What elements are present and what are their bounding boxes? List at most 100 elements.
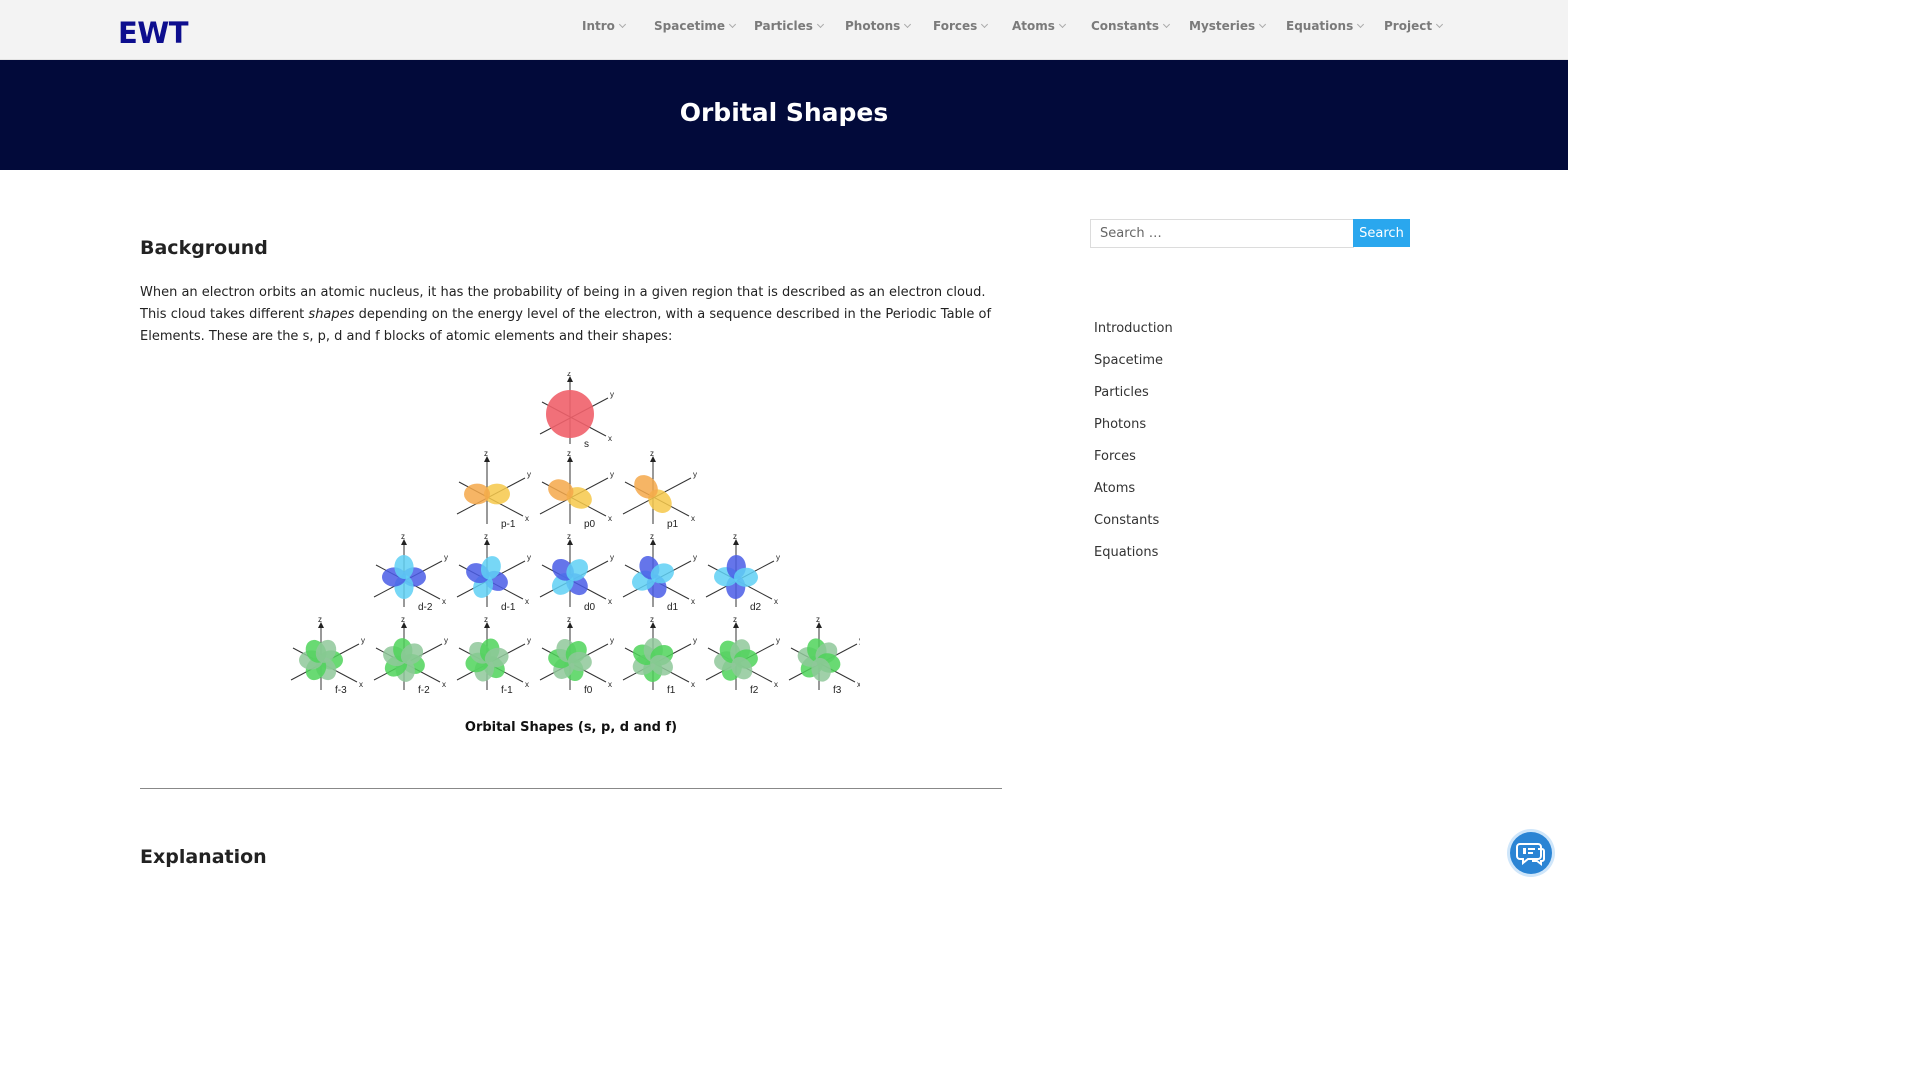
orbital-label: p-1 — [501, 519, 516, 530]
orbital-label: f0 — [584, 685, 593, 696]
orbital-label: d-1 — [501, 602, 516, 613]
orbital-f-1: z y x f-1 — [456, 615, 531, 696]
nav-label: Spacetime — [654, 19, 726, 33]
svg-text:z: z — [816, 615, 820, 624]
sidebar-item-introduction[interactable]: Introduction — [1094, 320, 1173, 352]
chevron-down-icon — [1259, 20, 1267, 29]
svg-text:x: x — [525, 597, 529, 606]
chevron-down-icon — [1357, 20, 1365, 29]
nav-item-forces[interactable]: Forces — [933, 19, 989, 33]
chat-ai-button[interactable] — [1510, 832, 1552, 874]
chevron-down-icon — [816, 20, 824, 29]
orbital-f0: z y x f0 — [539, 615, 614, 696]
orbital-f-2: z y x f-2 — [373, 615, 448, 696]
nav-item-mysteries[interactable]: Mysteries — [1189, 19, 1267, 33]
orbital-label: f-3 — [335, 685, 347, 696]
svg-text:y: y — [610, 390, 614, 399]
chevron-down-icon — [904, 20, 912, 29]
svg-text:x: x — [608, 597, 612, 606]
orbital-label: f3 — [833, 685, 842, 696]
orbital-f-3: z y x f-3 — [290, 615, 365, 696]
chevron-down-icon — [729, 20, 737, 29]
svg-text:y: y — [361, 636, 365, 645]
sidebar-item-constants[interactable]: Constants — [1094, 512, 1173, 544]
chevron-down-icon — [1162, 20, 1171, 29]
svg-text:y: y — [776, 636, 780, 645]
svg-text:z: z — [401, 532, 405, 541]
nav-item-constants[interactable]: Constants — [1091, 19, 1171, 33]
svg-text:y: y — [527, 470, 531, 479]
page-title: Orbital Shapes — [679, 98, 889, 127]
orbital-shapes-image: z y x s z y x p-1 z y x p0 z y x p1 z y x d-2 z y x d-1 z y x d0 z y x… — [290, 372, 860, 696]
orbital-label: f-1 — [501, 685, 513, 696]
orbital-label: f1 — [667, 685, 676, 696]
nav-item-spacetime[interactable]: Spacetime — [654, 19, 737, 33]
site-header: EWT Intro Spacetime Particles Photons Fo… — [0, 0, 1568, 60]
svg-text:x: x — [774, 597, 778, 606]
svg-text:z: z — [650, 615, 654, 624]
svg-text:x: x — [359, 680, 363, 689]
svg-text:y: y — [444, 553, 448, 562]
svg-text:x: x — [691, 597, 695, 606]
orbital-label: d1 — [667, 602, 679, 613]
chat-ai-icon — [1516, 843, 1545, 866]
main-nav: Intro Spacetime Particles Photons Forces… — [0, 19, 1568, 39]
orbital-label: p1 — [667, 519, 679, 530]
svg-text:y: y — [693, 470, 697, 479]
sidebar-item-forces[interactable]: Forces — [1094, 448, 1173, 480]
search-button[interactable]: Search — [1353, 219, 1410, 247]
orbital-p-1: z y x p-1 — [456, 449, 531, 530]
nav-label: Intro — [582, 19, 615, 33]
svg-text:y: y — [610, 470, 614, 479]
svg-text:y: y — [693, 636, 697, 645]
nav-label: Equations — [1286, 19, 1354, 33]
svg-text:y: y — [610, 553, 614, 562]
svg-text:z: z — [318, 615, 322, 624]
chevron-down-icon — [618, 20, 626, 29]
nav-label: Constants — [1091, 19, 1159, 33]
svg-text:z: z — [733, 532, 737, 541]
sidebar-item-equations[interactable]: Equations — [1094, 544, 1173, 576]
nav-label: Atoms — [1012, 19, 1055, 33]
orbital-f2: z y x f2 — [705, 615, 780, 696]
svg-text:y: y — [693, 553, 697, 562]
nav-item-photons[interactable]: Photons — [845, 19, 912, 33]
figure-caption: Orbital Shapes (s, p, d and f) — [464, 720, 678, 735]
orbital-d-2: z y x d-2 — [373, 532, 448, 613]
orbital-label: d0 — [584, 602, 596, 613]
svg-text:x: x — [857, 680, 860, 689]
search-input[interactable] — [1090, 219, 1354, 248]
orbital-d-1: z y x d-1 — [456, 532, 531, 613]
svg-text:y: y — [610, 636, 614, 645]
nav-item-project[interactable]: Project — [1384, 19, 1444, 33]
orbital-f1: z y x f1 — [622, 615, 697, 696]
svg-text:z: z — [650, 449, 654, 458]
nav-label: Project — [1384, 19, 1433, 33]
nav-item-particles[interactable]: Particles — [754, 19, 824, 33]
svg-text:z: z — [567, 532, 571, 541]
nav-label: Forces — [933, 19, 978, 33]
svg-text:z: z — [484, 615, 488, 624]
orbital-p0: z y x p0 — [539, 449, 614, 530]
orbital-f3: z y x f3 — [788, 615, 860, 696]
orbital-s: z y x s — [539, 372, 614, 450]
svg-text:z: z — [733, 615, 737, 624]
explanation-heading: Explanation — [140, 846, 267, 868]
sidebar-item-spacetime[interactable]: Spacetime — [1094, 352, 1173, 384]
orbital-d2: z y x d2 — [705, 532, 780, 613]
sidebar-item-particles[interactable]: Particles — [1094, 384, 1173, 416]
nav-item-atoms[interactable]: Atoms — [1012, 19, 1066, 33]
chevron-down-icon — [1436, 20, 1444, 29]
orbital-d0: z y x d0 — [539, 532, 614, 613]
sidebar-item-atoms[interactable]: Atoms — [1094, 480, 1173, 512]
nav-item-equations[interactable]: Equations — [1286, 19, 1365, 33]
background-paragraph: When an electron orbits an atomic nucleu… — [140, 282, 1002, 348]
nav-label: Mysteries — [1189, 19, 1256, 33]
nav-item-intro[interactable]: Intro — [582, 19, 626, 33]
orbital-label: f-2 — [418, 685, 430, 696]
sidebar-item-photons[interactable]: Photons — [1094, 416, 1173, 448]
svg-text:y: y — [527, 553, 531, 562]
svg-text:z: z — [484, 532, 488, 541]
orbital-label: s — [584, 439, 589, 450]
svg-text:x: x — [442, 680, 446, 689]
